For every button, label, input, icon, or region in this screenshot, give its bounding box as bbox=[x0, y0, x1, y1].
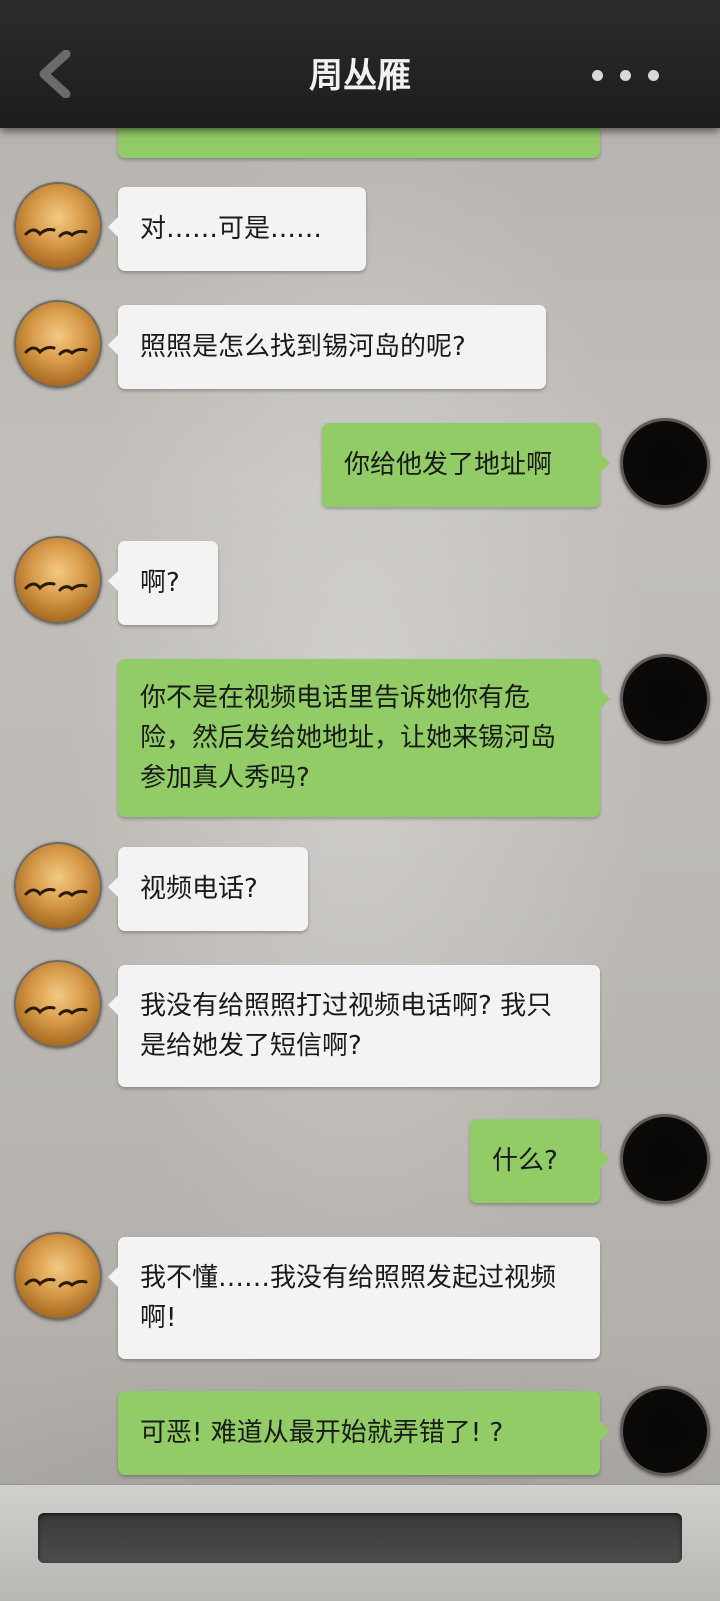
previous-outgoing-bubble-edge bbox=[118, 128, 600, 158]
contact-avatar[interactable] bbox=[14, 842, 102, 930]
message-text: 视频电话? bbox=[140, 874, 258, 904]
message-bubble[interactable]: 可恶! 难道从最开始就弄错了! ? bbox=[118, 1391, 610, 1475]
message-bubble[interactable]: 你给他发了地址啊 bbox=[322, 423, 610, 507]
user-avatar[interactable] bbox=[620, 1386, 710, 1476]
message-input[interactable] bbox=[38, 1513, 682, 1563]
message-row-incoming: 照照是怎么找到锡河岛的呢? bbox=[0, 300, 720, 390]
message-bubble[interactable]: 对……可是…… bbox=[108, 187, 366, 271]
message-row-outgoing: 什么? bbox=[0, 1114, 720, 1204]
input-bar bbox=[0, 1484, 720, 1601]
message-bubble[interactable]: 你不是在视频电话里告诉她你有危险，然后发给她地址，让她来锡河岛参加真人秀吗? bbox=[118, 659, 610, 817]
contact-avatar[interactable] bbox=[14, 300, 102, 388]
message-row-incoming: 视频电话? bbox=[0, 842, 720, 932]
contact-avatar[interactable] bbox=[14, 182, 102, 270]
message-text: 你不是在视频电话里告诉她你有危险，然后发给她地址，让她来锡河岛参加真人秀吗? bbox=[140, 683, 557, 793]
contact-avatar[interactable] bbox=[14, 960, 102, 1048]
message-bubble[interactable]: 照照是怎么找到锡河岛的呢? bbox=[108, 305, 546, 389]
message-text: 可恶! 难道从最开始就弄错了! ? bbox=[140, 1418, 504, 1448]
contact-avatar[interactable] bbox=[14, 536, 102, 624]
message-row-incoming: 对……可是…… bbox=[0, 182, 720, 272]
contact-avatar[interactable] bbox=[14, 1232, 102, 1320]
message-text: 啊? bbox=[140, 568, 180, 598]
message-bubble[interactable]: 什么? bbox=[470, 1119, 610, 1203]
message-bubble[interactable]: 我没有给照照打过视频电话啊? 我只是给她发了短信啊? bbox=[108, 965, 600, 1087]
message-row-outgoing: 你不是在视频电话里告诉她你有危险，然后发给她地址，让她来锡河岛参加真人秀吗? bbox=[0, 654, 720, 820]
message-text: 对……可是…… bbox=[140, 214, 323, 244]
message-text: 我不懂……我没有给照照发起过视频啊! bbox=[140, 1263, 557, 1333]
message-row-outgoing: 可恶! 难道从最开始就弄错了! ? bbox=[0, 1386, 720, 1476]
message-row-incoming: 啊? bbox=[0, 536, 720, 626]
user-avatar[interactable] bbox=[620, 418, 710, 508]
more-dots-icon[interactable] bbox=[592, 70, 662, 82]
message-text: 什么? bbox=[492, 1146, 558, 1176]
message-bubble[interactable]: 啊? bbox=[108, 541, 218, 625]
message-row-outgoing: 你给他发了地址啊 bbox=[0, 418, 720, 508]
user-avatar[interactable] bbox=[620, 1114, 710, 1204]
chat-header: 周丛雁 bbox=[0, 0, 720, 128]
message-row-incoming: 我不懂……我没有给照照发起过视频啊! bbox=[0, 1232, 720, 1362]
user-avatar[interactable] bbox=[620, 654, 710, 744]
message-list[interactable]: 对……可是…… 照照是怎么找到锡河岛的呢? 你给他发了地址啊 啊? 你不是在视频… bbox=[0, 0, 720, 1600]
message-row-incoming: 我没有给照照打过视频电话啊? 我只是给她发了短信啊? bbox=[0, 960, 720, 1090]
message-bubble[interactable]: 我不懂……我没有给照照发起过视频啊! bbox=[108, 1237, 600, 1359]
message-text: 你给他发了地址啊 bbox=[344, 450, 553, 480]
message-text: 我没有给照照打过视频电话啊? 我只是给她发了短信啊? bbox=[140, 991, 553, 1061]
message-text: 照照是怎么找到锡河岛的呢? bbox=[140, 332, 466, 362]
message-bubble[interactable]: 视频电话? bbox=[108, 847, 308, 931]
